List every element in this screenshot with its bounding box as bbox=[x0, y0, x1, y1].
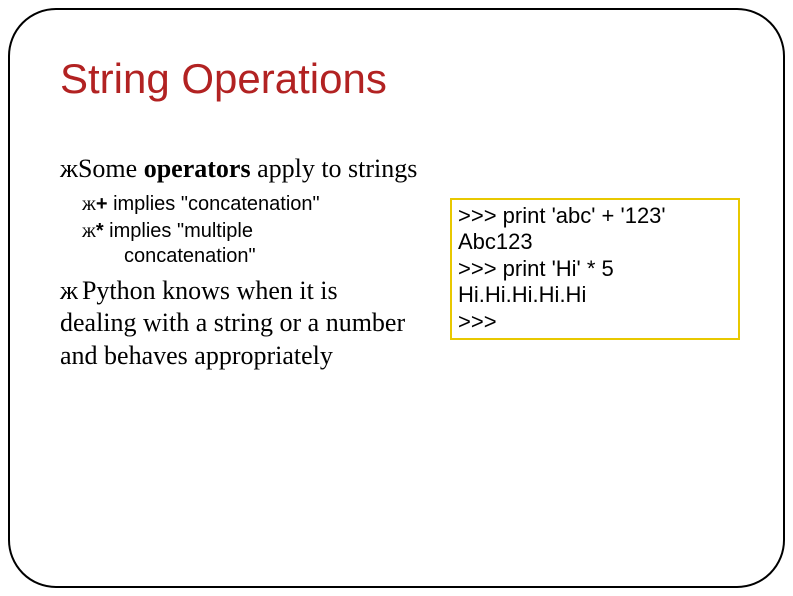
left-column: жSome operators apply to strings ж+ impl… bbox=[60, 153, 420, 372]
sub-bullet-text-line2: concatenation" bbox=[124, 244, 420, 269]
bullet-main-2: жPython knows when it is dealing with a … bbox=[60, 275, 420, 373]
sub-bullet-text: implies "concatenation" bbox=[108, 193, 320, 215]
right-column: >>> print 'abc' + '123' Abc123 >>> print… bbox=[450, 153, 740, 372]
bullet-marker-icon: ж bbox=[82, 193, 96, 215]
sub-bullet-symbol: * bbox=[96, 220, 104, 242]
bullet-text: Python knows when it is dealing with a s… bbox=[60, 276, 405, 370]
bullet-text-prefix: Some bbox=[78, 154, 144, 183]
sub-bullet-text: implies "multiple bbox=[104, 220, 253, 242]
bullet-marker-icon: ж bbox=[60, 276, 78, 305]
slide-title: String Operations bbox=[60, 55, 753, 103]
sub-bullet-symbol: + bbox=[96, 193, 108, 215]
slide-content: String Operations жSome operators apply … bbox=[60, 55, 753, 372]
bullet-text-suffix: apply to strings bbox=[251, 154, 418, 183]
bullet-marker-icon: ж bbox=[60, 154, 78, 183]
bullet-sub-2: ж* implies "multiple concatenation" bbox=[82, 219, 420, 269]
code-example: >>> print 'abc' + '123' Abc123 >>> print… bbox=[450, 198, 740, 340]
bullet-text-bold: operators bbox=[144, 154, 251, 183]
columns: жSome operators apply to strings ж+ impl… bbox=[60, 153, 753, 372]
bullet-marker-icon: ж bbox=[82, 220, 96, 242]
bullet-main-1: жSome operators apply to strings bbox=[60, 153, 420, 186]
bullet-sub-1: ж+ implies "concatenation" bbox=[82, 192, 420, 217]
